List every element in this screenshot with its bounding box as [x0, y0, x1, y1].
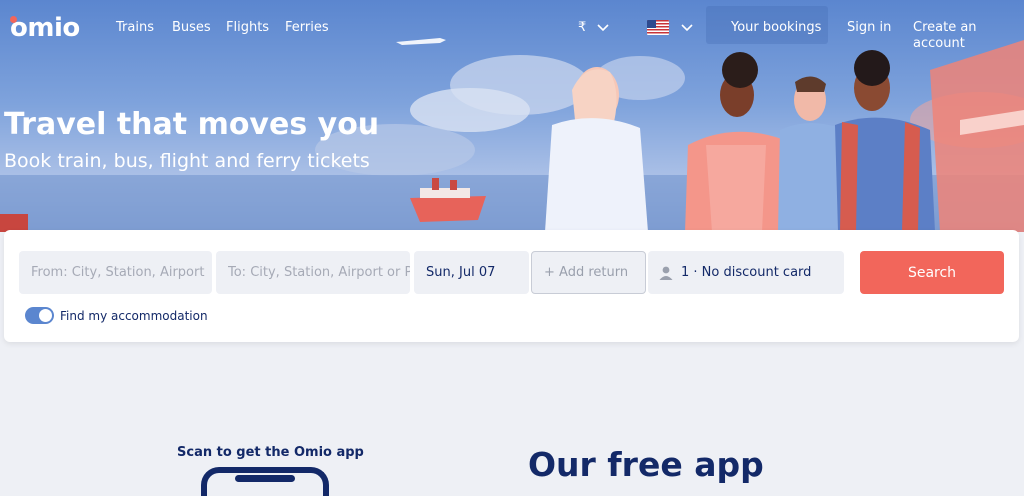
app-promo-title: Our free app [528, 445, 764, 484]
phone-illustration [201, 467, 329, 496]
passengers-field[interactable]: 1 · No discount card [648, 251, 844, 294]
toggle-knob [39, 309, 52, 322]
currency-selector[interactable]: ₹ [578, 20, 586, 36]
chevron-down-icon[interactable] [680, 20, 694, 36]
add-return-label: + Add return [544, 265, 629, 280]
hero-headline: Travel that moves you [4, 107, 380, 142]
from-field[interactable] [19, 251, 212, 294]
us-flag-icon[interactable] [647, 20, 669, 35]
add-return-field[interactable]: + Add return [531, 251, 646, 294]
to-input[interactable] [228, 265, 410, 280]
accommodation-label: Find my accommodation [60, 309, 208, 323]
omio-logo[interactable]: omio [8, 14, 80, 42]
logo-text: omio [10, 13, 80, 43]
departure-date: Sun, Jul 07 [426, 265, 496, 280]
search-button[interactable]: Search [860, 251, 1004, 294]
scan-app-label: Scan to get the Omio app [177, 445, 364, 460]
sign-in-link[interactable]: Sign in [847, 20, 891, 36]
create-account-link[interactable]: Create an account [913, 20, 1024, 52]
phone-notch [235, 475, 295, 482]
nav-ferries[interactable]: Ferries [285, 20, 329, 36]
person-icon [659, 266, 673, 280]
your-bookings-link[interactable]: Your bookings [731, 20, 821, 36]
accommodation-toggle[interactable] [25, 307, 54, 324]
departure-date-field[interactable]: Sun, Jul 07 [414, 251, 529, 294]
nav-flights[interactable]: Flights [226, 20, 269, 36]
chevron-down-icon[interactable] [596, 20, 610, 36]
passengers-label: 1 · No discount card [681, 265, 812, 280]
nav-trains[interactable]: Trains [116, 20, 154, 36]
top-nav: omio Trains Buses Flights Ferries ₹ Your… [0, 0, 1024, 58]
nav-buses[interactable]: Buses [172, 20, 211, 36]
logo-dot-icon [10, 16, 17, 23]
hero-subline: Book train, bus, flight and ferry ticket… [4, 150, 370, 172]
search-card: Sun, Jul 07 + Add return 1 · No discount… [4, 230, 1019, 342]
to-field[interactable] [216, 251, 410, 294]
from-input[interactable] [31, 265, 212, 280]
